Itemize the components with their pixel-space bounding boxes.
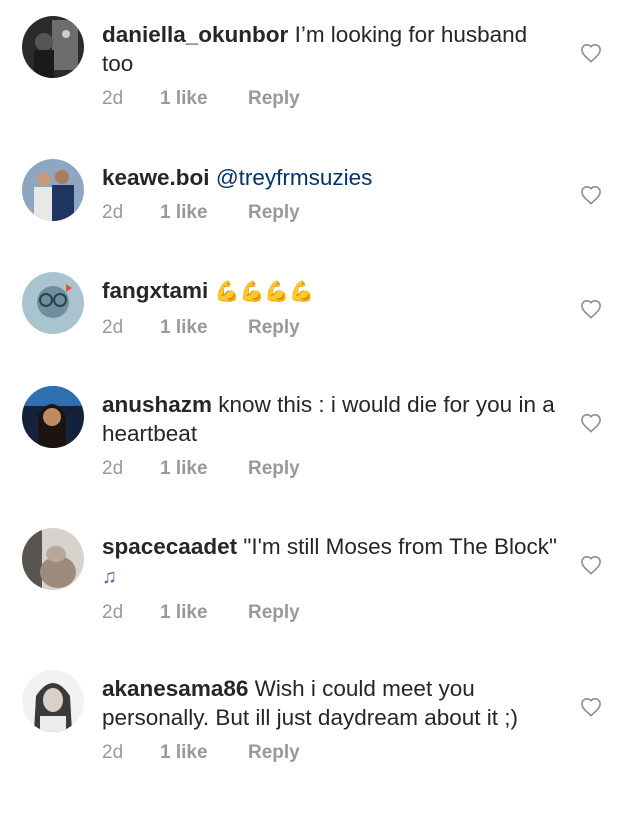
comment-meta: 2d 1 like Reply xyxy=(102,458,562,480)
comment-likes[interactable]: 1 like xyxy=(160,317,248,339)
heart-outline-icon[interactable] xyxy=(580,555,602,575)
comment-time: 2d xyxy=(102,742,124,763)
avatar[interactable] xyxy=(22,16,84,78)
reply-button[interactable]: Reply xyxy=(248,88,300,110)
comment-likes[interactable]: 1 like xyxy=(160,88,248,110)
avatar[interactable] xyxy=(22,670,84,732)
music-notes-emoji: ♫ xyxy=(102,566,117,588)
comment-text: daniella_okunbor I’m looking for husband… xyxy=(102,20,562,78)
heart-outline-icon[interactable] xyxy=(580,43,602,63)
comment-username[interactable]: keawe.boi xyxy=(102,165,210,190)
comment-username[interactable]: daniella_okunbor xyxy=(102,22,288,47)
comment-text: keawe.boi @treyfrmsuzies xyxy=(102,163,562,192)
reply-button[interactable]: Reply xyxy=(248,602,300,624)
comment-username[interactable]: spacecaadet xyxy=(102,534,237,559)
comment-username[interactable]: fangxtami xyxy=(102,278,208,303)
heart-outline-icon[interactable] xyxy=(580,185,602,205)
comment-likes[interactable]: 1 like xyxy=(160,602,248,624)
reply-button[interactable]: Reply xyxy=(248,202,300,224)
comment-time: 2d xyxy=(102,202,124,223)
comment-likes[interactable]: 1 like xyxy=(160,742,248,764)
heart-outline-icon[interactable] xyxy=(580,413,602,433)
reply-button[interactable]: Reply xyxy=(248,742,300,764)
comment-time: 2d xyxy=(102,602,124,623)
reply-button[interactable]: Reply xyxy=(248,317,300,339)
comment-body: "I'm still Moses from The Block" xyxy=(243,534,558,559)
comment-username[interactable]: akanesama86 xyxy=(102,676,248,701)
comment-text: spacecaadet "I'm still Moses from The Bl… xyxy=(102,532,562,592)
comment-likes[interactable]: 1 like xyxy=(160,458,248,480)
comment-likes[interactable]: 1 like xyxy=(160,202,248,224)
reply-button[interactable]: Reply xyxy=(248,458,300,480)
comment-text: akanesama86 Wish i could meet you person… xyxy=(102,674,562,732)
comment-time: 2d xyxy=(102,88,124,109)
comment-mention-link[interactable]: @treyfrmsuzies xyxy=(216,165,373,190)
comment-meta: 2d 1 like Reply xyxy=(102,602,562,624)
avatar[interactable] xyxy=(22,528,84,590)
flexed-biceps-emoji: 💪💪💪💪 xyxy=(214,281,315,303)
heart-outline-icon[interactable] xyxy=(580,697,602,717)
comment-meta: 2d 1 like Reply xyxy=(102,202,562,224)
avatar[interactable] xyxy=(22,386,84,448)
heart-outline-icon[interactable] xyxy=(580,299,602,319)
comment-meta: 2d 1 like Reply xyxy=(102,742,562,764)
avatar[interactable] xyxy=(22,272,84,334)
comment-meta: 2d 1 like Reply xyxy=(102,317,562,339)
comment-time: 2d xyxy=(102,458,124,479)
comment-text: anushazm know this : i would die for you… xyxy=(102,390,562,448)
comment-meta: 2d 1 like Reply xyxy=(102,88,562,110)
comments-list: daniella_okunbor I’m looking for husband… xyxy=(0,0,640,816)
avatar[interactable] xyxy=(22,159,84,221)
comment-text: fangxtami 💪💪💪💪 xyxy=(102,276,562,307)
comment-time: 2d xyxy=(102,317,124,338)
comment-username[interactable]: anushazm xyxy=(102,392,212,417)
